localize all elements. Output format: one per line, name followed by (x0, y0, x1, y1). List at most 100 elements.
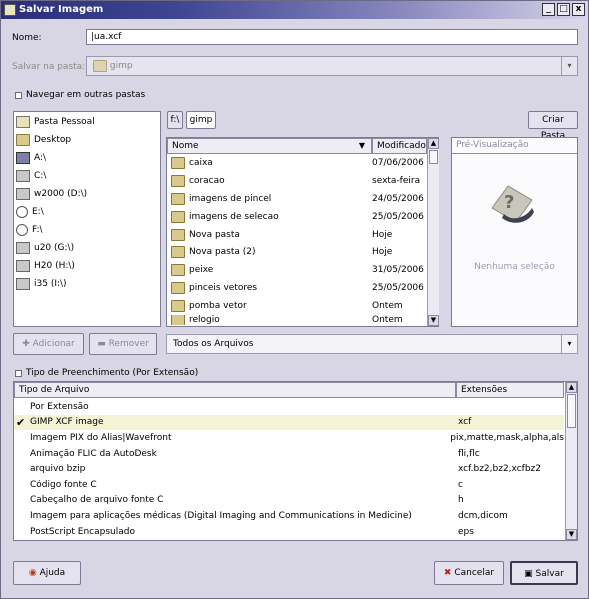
file-filter-combo[interactable]: Todos os Arquivos ▾ (166, 334, 578, 354)
preview-title: Pré-Visualização (452, 138, 577, 154)
file-row[interactable]: coracao sexta-feira (167, 172, 427, 190)
name-label: Nome: (12, 33, 42, 43)
scroll-up-icon[interactable]: ▲ (428, 138, 439, 149)
save-in-combo[interactable]: gimp ▾ (86, 56, 578, 76)
folder-icon (171, 282, 185, 295)
file-row[interactable]: pomba vetor Ontem (167, 297, 427, 315)
file-list-scrollbar[interactable]: ▲ ▼ (427, 138, 439, 326)
file-type-toggle[interactable]: Tipo de Preenchimento (Por Extensão) (15, 368, 198, 378)
browse-other-folders-toggle[interactable]: Navegar em outras pastas (15, 90, 145, 100)
filename-input[interactable]: |ua.xcf (86, 29, 578, 45)
place-h[interactable]: H20 (H:\) (14, 257, 160, 275)
file-name: peixe (189, 265, 214, 276)
window-title: Salvar Imagem (19, 4, 104, 15)
file-row[interactable]: caixa 07/06/2006 (167, 154, 427, 172)
remove-bookmark-button[interactable]: ▬ Remover (89, 333, 157, 355)
cancel-button[interactable]: ✖ Cancelar (434, 561, 504, 585)
maximize-button[interactable]: □ (557, 3, 570, 16)
preview-empty-text: Nenhuma seleção (474, 262, 555, 272)
file-type-row[interactable]: Imagem PIX do Alias|Wavefront pix,matte,m… (14, 430, 564, 446)
folder-icon (171, 210, 185, 223)
place-g[interactable]: u20 (G:\) (14, 239, 160, 257)
path-current-button[interactable]: gimp (186, 111, 216, 129)
file-row[interactable]: peixe 31/05/2006 (167, 261, 427, 279)
file-type-name: Por Extensão (30, 401, 89, 412)
file-name: Nova pasta (189, 229, 240, 240)
file-type-table: Tipo de Arquivo Extensões Por Extensão ✔… (13, 381, 578, 541)
folder-icon (171, 156, 185, 169)
folder-icon (171, 228, 185, 241)
create-folder-button[interactable]: Criar Pasta (528, 111, 578, 141)
place-a[interactable]: A:\ (14, 149, 160, 167)
title-bar: Salvar Imagem _ □ x (1, 1, 588, 19)
sort-arrow-icon: ▼ (358, 141, 365, 150)
file-row[interactable]: Nova pasta (2) Hoje (167, 243, 427, 261)
file-name: Nova pasta (2) (189, 247, 256, 258)
file-modified: 07/06/2006 (372, 157, 424, 168)
column-header-name[interactable]: Nome ▼ (167, 138, 372, 154)
file-type-name: GIMP XCF image (30, 417, 104, 428)
minimize-button[interactable]: _ (542, 3, 555, 16)
file-modified: sexta-feira (372, 175, 421, 186)
column-header-extensions[interactable]: Extensões (456, 382, 564, 398)
folder-icon (171, 192, 185, 205)
file-type-row[interactable]: PostScript Encapsulado eps (14, 524, 564, 540)
scroll-thumb[interactable] (567, 394, 576, 428)
place-d[interactable]: w2000 (D:\) (14, 185, 160, 203)
file-type-row[interactable]: Por Extensão (14, 399, 564, 415)
remove-label: Remover (108, 339, 149, 349)
file-type-row[interactable]: Código fonte C c (14, 477, 564, 493)
place-label: Desktop (34, 135, 72, 145)
drive-icon (16, 278, 30, 290)
file-type-row-selected[interactable]: ✔ GIMP XCF image xcf (14, 414, 564, 431)
file-row[interactable]: imagens de pincel 24/05/2006 (167, 190, 427, 208)
file-row[interactable]: pinceis vetores 25/05/2006 (167, 279, 427, 297)
folder-icon (171, 174, 185, 187)
file-type-name: Imagem para aplicações médicas (Digital … (30, 510, 412, 521)
place-i[interactable]: i35 (I:\) (14, 275, 160, 293)
save-in-value: gimp (109, 61, 133, 71)
place-label: A:\ (34, 153, 47, 163)
file-type-scrollbar[interactable]: ▲ ▼ (565, 382, 577, 540)
place-label: H20 (H:\) (34, 261, 75, 271)
file-type-row[interactable]: Imagem para aplicações médicas (Digital … (14, 508, 564, 524)
place-e[interactable]: E:\ (14, 203, 160, 221)
folder-icon (16, 134, 30, 146)
place-c[interactable]: C:\ (14, 167, 160, 185)
place-f[interactable]: F:\ (14, 221, 160, 239)
scroll-thumb[interactable] (429, 150, 438, 164)
file-row[interactable]: relogio Ontem (167, 315, 427, 326)
file-type-name: Animação FLIC da AutoDesk (30, 448, 157, 459)
scroll-up-icon[interactable]: ▲ (566, 382, 577, 393)
close-button[interactable]: x (572, 3, 585, 16)
file-type-ext: c (458, 479, 463, 490)
path-root-button[interactable]: f:\ (167, 111, 183, 129)
file-row[interactable]: imagens de selecao 25/05/2006 (167, 208, 427, 226)
scroll-down-icon[interactable]: ▼ (428, 315, 439, 326)
checkmark-icon: ✔ (16, 415, 26, 429)
place-desktop[interactable]: Desktop (14, 131, 160, 149)
file-type-row[interactable]: Animação FLIC da AutoDesk fli,flc (14, 446, 564, 462)
file-modified: 25/05/2006 (372, 283, 424, 294)
save-button[interactable]: ▣ Salvar (510, 561, 578, 585)
file-type-toggle-label: Tipo de Preenchimento (Por Extensão) (26, 368, 199, 378)
file-type-row[interactable]: arquivo bzip xcf.bz2,bz2,xcfbz2 (14, 461, 564, 477)
app-icon (4, 4, 16, 16)
add-bookmark-button[interactable]: ✚ Adicionar (13, 333, 84, 355)
file-type-ext: h (458, 495, 464, 506)
column-header-file-type[interactable]: Tipo de Arquivo (14, 382, 456, 398)
file-name: pinceis vetores (189, 283, 258, 294)
drive-icon (16, 260, 30, 272)
file-type-ext: xcf.bz2,bz2,xcfbz2 (458, 464, 541, 475)
file-row[interactable]: Nova pasta Hoje (167, 226, 427, 244)
file-modified: Hoje (372, 247, 393, 258)
help-button[interactable]: ◉ Ajuda (13, 561, 81, 585)
minus-icon: ▬ (97, 339, 106, 349)
file-type-row[interactable]: Cabeçalho de arquivo fonte C h (14, 493, 564, 509)
place-home[interactable]: Pasta Pessoal (14, 113, 160, 131)
place-label: C:\ (34, 171, 47, 181)
file-type-ext: dcm,dicom (458, 510, 508, 521)
column-header-modified[interactable]: Modificado (372, 138, 427, 154)
file-type-ext: fli,flc (458, 448, 480, 459)
scroll-down-icon[interactable]: ▼ (566, 529, 577, 540)
